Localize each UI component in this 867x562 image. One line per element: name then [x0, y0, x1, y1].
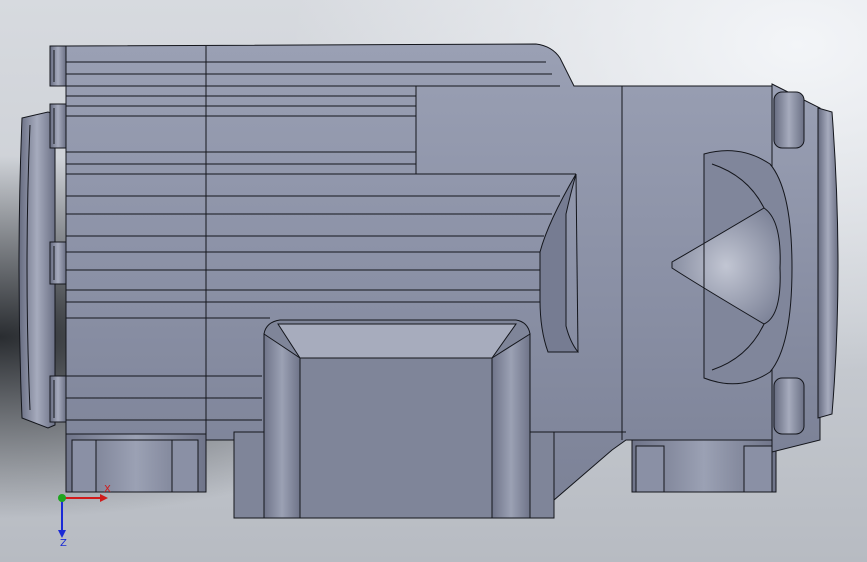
x-axis-label: X	[104, 484, 111, 495]
bolt-head	[49, 103, 67, 149]
z-axis-label: Z	[60, 538, 67, 548]
x-arrowhead-icon	[100, 494, 108, 502]
bolt-head	[773, 377, 805, 435]
z-arrowhead-icon	[58, 530, 66, 538]
bolt-head	[49, 241, 67, 285]
end-plate	[817, 107, 839, 419]
right-mount-foot	[631, 439, 777, 493]
center-mount-block	[233, 319, 555, 519]
bolt-head	[49, 45, 67, 87]
graphics-viewport[interactable]: X Z	[0, 0, 867, 562]
y-axis-dot-icon	[58, 494, 66, 502]
bolt-head	[773, 91, 805, 149]
bolt-head	[49, 375, 67, 423]
coordinate-triad: X Z	[44, 478, 134, 549]
